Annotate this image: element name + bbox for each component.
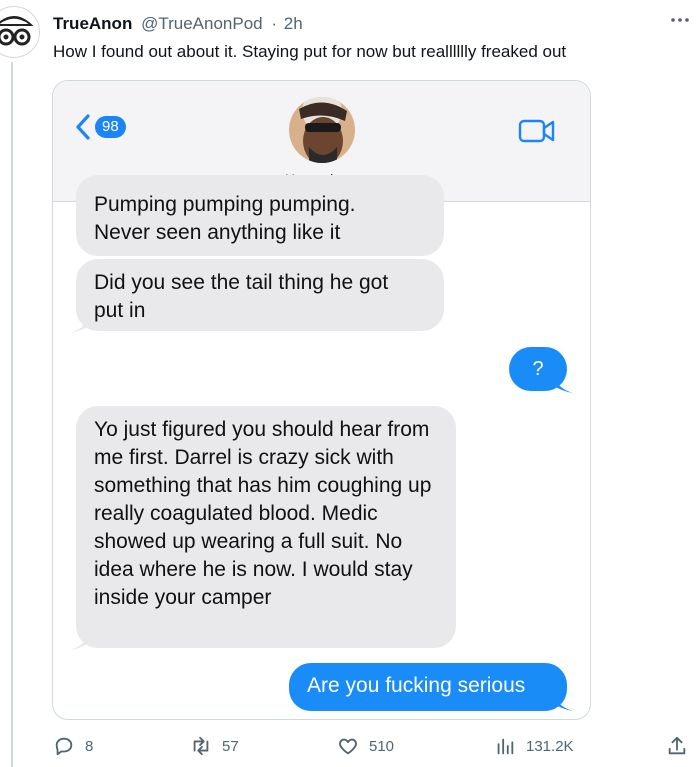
author-avatar[interactable]	[0, 6, 40, 58]
timestamp[interactable]: 2h	[284, 14, 303, 33]
message-bubble-incoming: Yo just figured you should hear from me …	[76, 406, 456, 648]
bubble-tail	[553, 377, 573, 393]
separator-dot: ·	[271, 14, 278, 33]
tweet-header: TrueAnon @TrueAnonPod · 2h	[53, 13, 303, 35]
tweet-text: How I found out about it. Staying put fo…	[53, 42, 567, 61]
message-text-line: Never seen anything like it	[94, 221, 341, 244]
message-text-line: Pumping pumping pumping.	[94, 193, 356, 216]
reply-icon	[55, 737, 73, 756]
share-icon	[668, 736, 686, 755]
retweet-count: 57	[222, 737, 239, 755]
reply-button[interactable]: 8	[53, 735, 93, 757]
views-button[interactable]: 131.2K	[494, 735, 574, 757]
message-text-line: put in	[94, 299, 146, 322]
attached-screenshot[interactable]: iPhone 98 Huarache>	[52, 80, 591, 720]
message-text: Are you fucking serious	[307, 674, 526, 697]
message-text-line: Did you see the tail thing he got	[94, 271, 389, 294]
message-bubble-outgoing: Are you fucking serious	[289, 663, 567, 711]
cut-off-text: iPhone	[77, 81, 108, 82]
like-count: 510	[369, 737, 395, 755]
message-bubble-incoming: Pumping pumping pumping. Never seen anyt…	[76, 175, 444, 256]
retweet-icon	[193, 736, 209, 756]
back-button[interactable]: 98	[75, 113, 126, 141]
reply-count: 8	[85, 737, 94, 755]
tweet-actions: 8 57 510 131.2K	[0, 735, 696, 761]
bar-chart-icon	[497, 738, 514, 755]
contact-avatar[interactable]	[289, 97, 355, 163]
retweet-button[interactable]: 57	[190, 735, 239, 757]
display-name[interactable]: TrueAnon	[53, 14, 132, 33]
facetime-video-icon[interactable]	[518, 118, 556, 149]
bubble-tail	[70, 634, 90, 650]
message-text: ?	[532, 358, 544, 380]
user-handle[interactable]: @TrueAnonPod	[141, 14, 263, 33]
chevron-left-icon	[76, 114, 90, 140]
glasses-logo-icon	[0, 16, 34, 46]
view-count: 131.2K	[526, 737, 574, 755]
bubble-tail	[70, 317, 90, 333]
share-button[interactable]	[666, 735, 688, 757]
thread-line	[11, 62, 13, 767]
like-button[interactable]: 510	[337, 735, 394, 757]
message-text: Yo just figured you should hear from me …	[94, 418, 432, 609]
more-horizontal-icon[interactable]	[670, 10, 690, 35]
bubble-tail	[553, 695, 573, 711]
unread-badge: 98	[95, 116, 126, 138]
message-bubble-incoming: Did you see the tail thing he got put in	[76, 259, 444, 331]
heart-icon	[339, 738, 357, 755]
